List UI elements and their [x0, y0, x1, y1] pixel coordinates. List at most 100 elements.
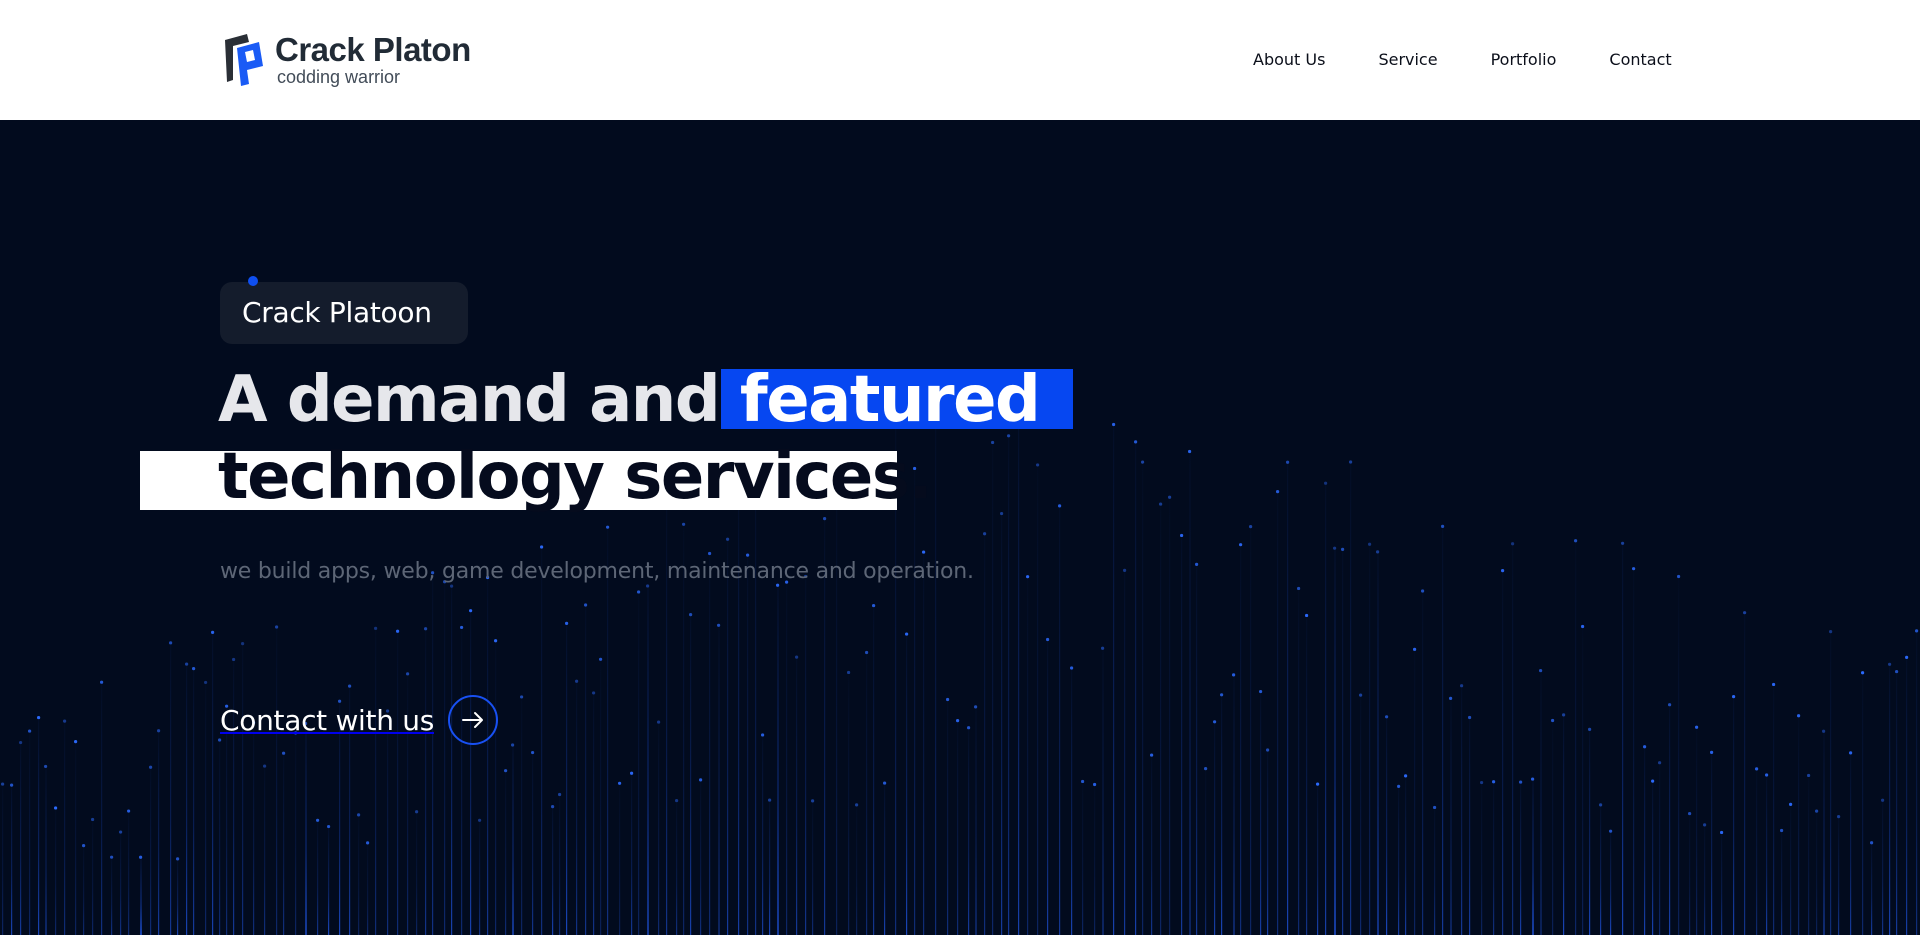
- light-dot: [19, 740, 23, 745]
- light-line: [75, 741, 77, 935]
- light-dot: [956, 719, 960, 723]
- light-dot: [82, 844, 86, 848]
- light-line: [676, 800, 678, 935]
- light-dot: [1070, 666, 1074, 670]
- light-dot: [1413, 647, 1417, 651]
- light-line: [305, 723, 307, 935]
- light-line: [451, 586, 453, 935]
- light-line: [805, 576, 807, 935]
- light-line: [1233, 674, 1235, 935]
- light-dot: [946, 697, 950, 702]
- light-line: [873, 605, 875, 935]
- light-dot: [682, 522, 686, 526]
- light-line: [432, 572, 434, 935]
- light-line: [45, 766, 47, 935]
- light-line: [647, 585, 649, 935]
- nav-link-about-us[interactable]: About Us: [1253, 46, 1325, 74]
- light-line: [1493, 781, 1495, 935]
- light-dot: [169, 641, 173, 645]
- light-dot: [855, 803, 859, 807]
- light-line: [55, 807, 57, 935]
- light-line: [1214, 721, 1216, 935]
- light-dot: [699, 778, 703, 782]
- badge-label: Crack Platoon: [242, 296, 432, 329]
- light-line: [461, 627, 463, 935]
- light-line: [1082, 781, 1084, 935]
- light-line: [140, 857, 142, 935]
- light-line: [1582, 626, 1584, 935]
- light-line: [1160, 504, 1162, 935]
- brand-tagline: codding warrior: [277, 67, 401, 87]
- light-dot: [1837, 815, 1841, 819]
- light-dot: [494, 639, 498, 643]
- light-line: [1711, 752, 1713, 935]
- light-dot: [1519, 780, 1523, 784]
- light-dot: [768, 798, 772, 802]
- light-dot: [1815, 809, 1819, 813]
- nav-link-contact[interactable]: Contact: [1609, 46, 1671, 74]
- light-dot: [558, 792, 562, 797]
- light-line: [836, 459, 838, 935]
- light-line: [92, 819, 94, 935]
- light-line: [1287, 462, 1289, 935]
- light-dot: [1239, 543, 1243, 547]
- light-dot: [0, 782, 5, 786]
- light-line: [276, 626, 278, 935]
- light-line: [1071, 667, 1073, 935]
- light-line: [1181, 535, 1183, 935]
- light-line: [328, 826, 330, 935]
- light-dot: [1376, 550, 1380, 554]
- light-dot: [708, 551, 712, 556]
- light-line: [295, 732, 297, 935]
- light-dot: [1112, 422, 1116, 427]
- light-line: [1610, 831, 1612, 935]
- light-line: [495, 640, 497, 935]
- light-dot: [1324, 481, 1328, 485]
- light-line: [796, 657, 798, 935]
- light-line: [769, 800, 771, 935]
- light-dot: [1710, 750, 1714, 754]
- light-line: [1317, 784, 1319, 935]
- light-line: [1047, 639, 1049, 935]
- light-line: [709, 553, 711, 935]
- brand-logo-icon: [225, 34, 263, 86]
- light-line: [242, 643, 244, 935]
- nav-link-portfolio[interactable]: Portfolio: [1491, 46, 1557, 74]
- light-dot: [1305, 613, 1309, 618]
- light-line: [1781, 830, 1783, 935]
- light-dot: [1368, 542, 1372, 546]
- light-line: [1669, 704, 1671, 935]
- light-dot: [1359, 693, 1363, 697]
- light-dot: [1000, 511, 1004, 516]
- light-line: [470, 610, 472, 935]
- light-line: [1744, 612, 1746, 935]
- light-line: [1704, 824, 1706, 935]
- light-dot: [1468, 715, 1472, 720]
- light-line: [1575, 540, 1577, 935]
- light-line: [762, 734, 764, 935]
- light-line: [1405, 775, 1407, 935]
- brand-logo[interactable]: Crack Platon codding warrior: [219, 29, 471, 91]
- light-line: [1442, 526, 1444, 935]
- light-dot: [204, 680, 208, 685]
- light-dot: [823, 517, 827, 521]
- light-line: [1008, 435, 1010, 935]
- light-line: [984, 533, 986, 935]
- light-line: [317, 820, 319, 935]
- light-dot: [1599, 803, 1603, 807]
- contact-with-us-button[interactable]: Contact with us: [220, 694, 498, 746]
- light-dot: [1449, 696, 1453, 700]
- nav-link-service[interactable]: Service: [1378, 46, 1437, 74]
- cta-label: Contact with us: [220, 703, 434, 737]
- light-dot: [157, 729, 161, 733]
- light-line: [755, 460, 757, 935]
- light-dot: [1046, 637, 1050, 642]
- light-line: [283, 753, 285, 935]
- light-line: [1124, 570, 1126, 935]
- light-line: [64, 721, 66, 935]
- light-dot: [630, 771, 634, 775]
- light-line: [38, 717, 40, 935]
- light-dot: [1905, 655, 1909, 660]
- hero-headline-line1: A demand and featured: [218, 360, 1041, 440]
- light-line: [1360, 695, 1362, 935]
